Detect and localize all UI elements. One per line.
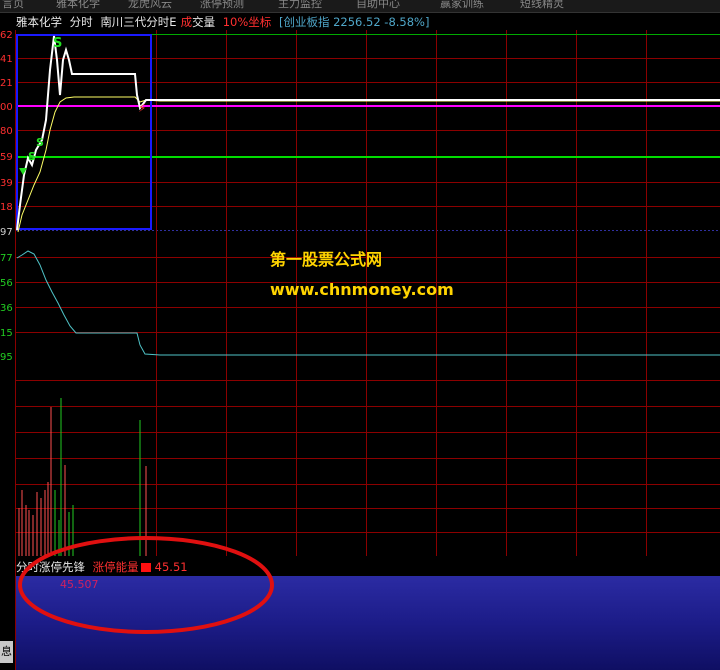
lightning-icon: ⚡ <box>138 101 146 115</box>
coord-label[interactable]: 10%坐标 <box>223 15 272 29</box>
chart-header: 雅本化学 分时 南川三代分时E 成交量 10%坐标 [创业板指 2256.52 -… <box>16 14 433 30</box>
vol-label-a: 成 <box>180 15 193 29</box>
index-quote[interactable]: [创业板指 2256.52 -8.58%] <box>279 15 430 29</box>
watermark-title: 第一股票公式网 <box>270 250 383 269</box>
y-tick-label: 36 <box>0 303 13 314</box>
y-tick-label: 41 <box>0 54 13 65</box>
formula-name[interactable]: 南川三代分时E <box>100 15 176 29</box>
y-tick-label: 39 <box>0 178 13 189</box>
vol-label-c: 量 <box>203 15 216 29</box>
vol-label-b: 交 <box>192 15 204 29</box>
lower-axis-labels: 77 56 36 15 95 <box>0 253 13 363</box>
price-axis-labels: 62 41 21 00 80 59 39 18 97 <box>0 30 13 238</box>
y-tick-label: 62 <box>0 30 13 41</box>
y-tick-label: 95 <box>0 352 13 363</box>
s-marker: S <box>36 136 44 149</box>
y-tick-label: 97 <box>0 227 13 238</box>
y-tick-label: 15 <box>0 328 13 339</box>
red-circle-annotation <box>18 536 274 634</box>
y-tick-label: 56 <box>0 278 13 289</box>
price-line <box>16 35 720 231</box>
avg-price-line <box>17 96 720 233</box>
side-tab-info[interactable]: 息 <box>0 641 13 663</box>
s-marker: S <box>28 150 36 163</box>
y-tick-label: 00 <box>0 102 13 113</box>
s-marker: S <box>53 36 62 51</box>
y-tick-label: 18 <box>0 202 13 213</box>
watermark-url: www.chnmoney.com <box>270 280 454 299</box>
y-tick-label: 80 <box>0 126 13 137</box>
chart-mode: 分时 <box>69 15 93 29</box>
y-tick-label: 21 <box>0 78 13 89</box>
stock-name[interactable]: 雅本化学 <box>16 15 62 29</box>
y-tick-label: 77 <box>0 253 13 264</box>
highlight-box <box>16 34 152 230</box>
y-tick-label: 59 <box>0 152 13 163</box>
price-grid <box>16 58 720 207</box>
